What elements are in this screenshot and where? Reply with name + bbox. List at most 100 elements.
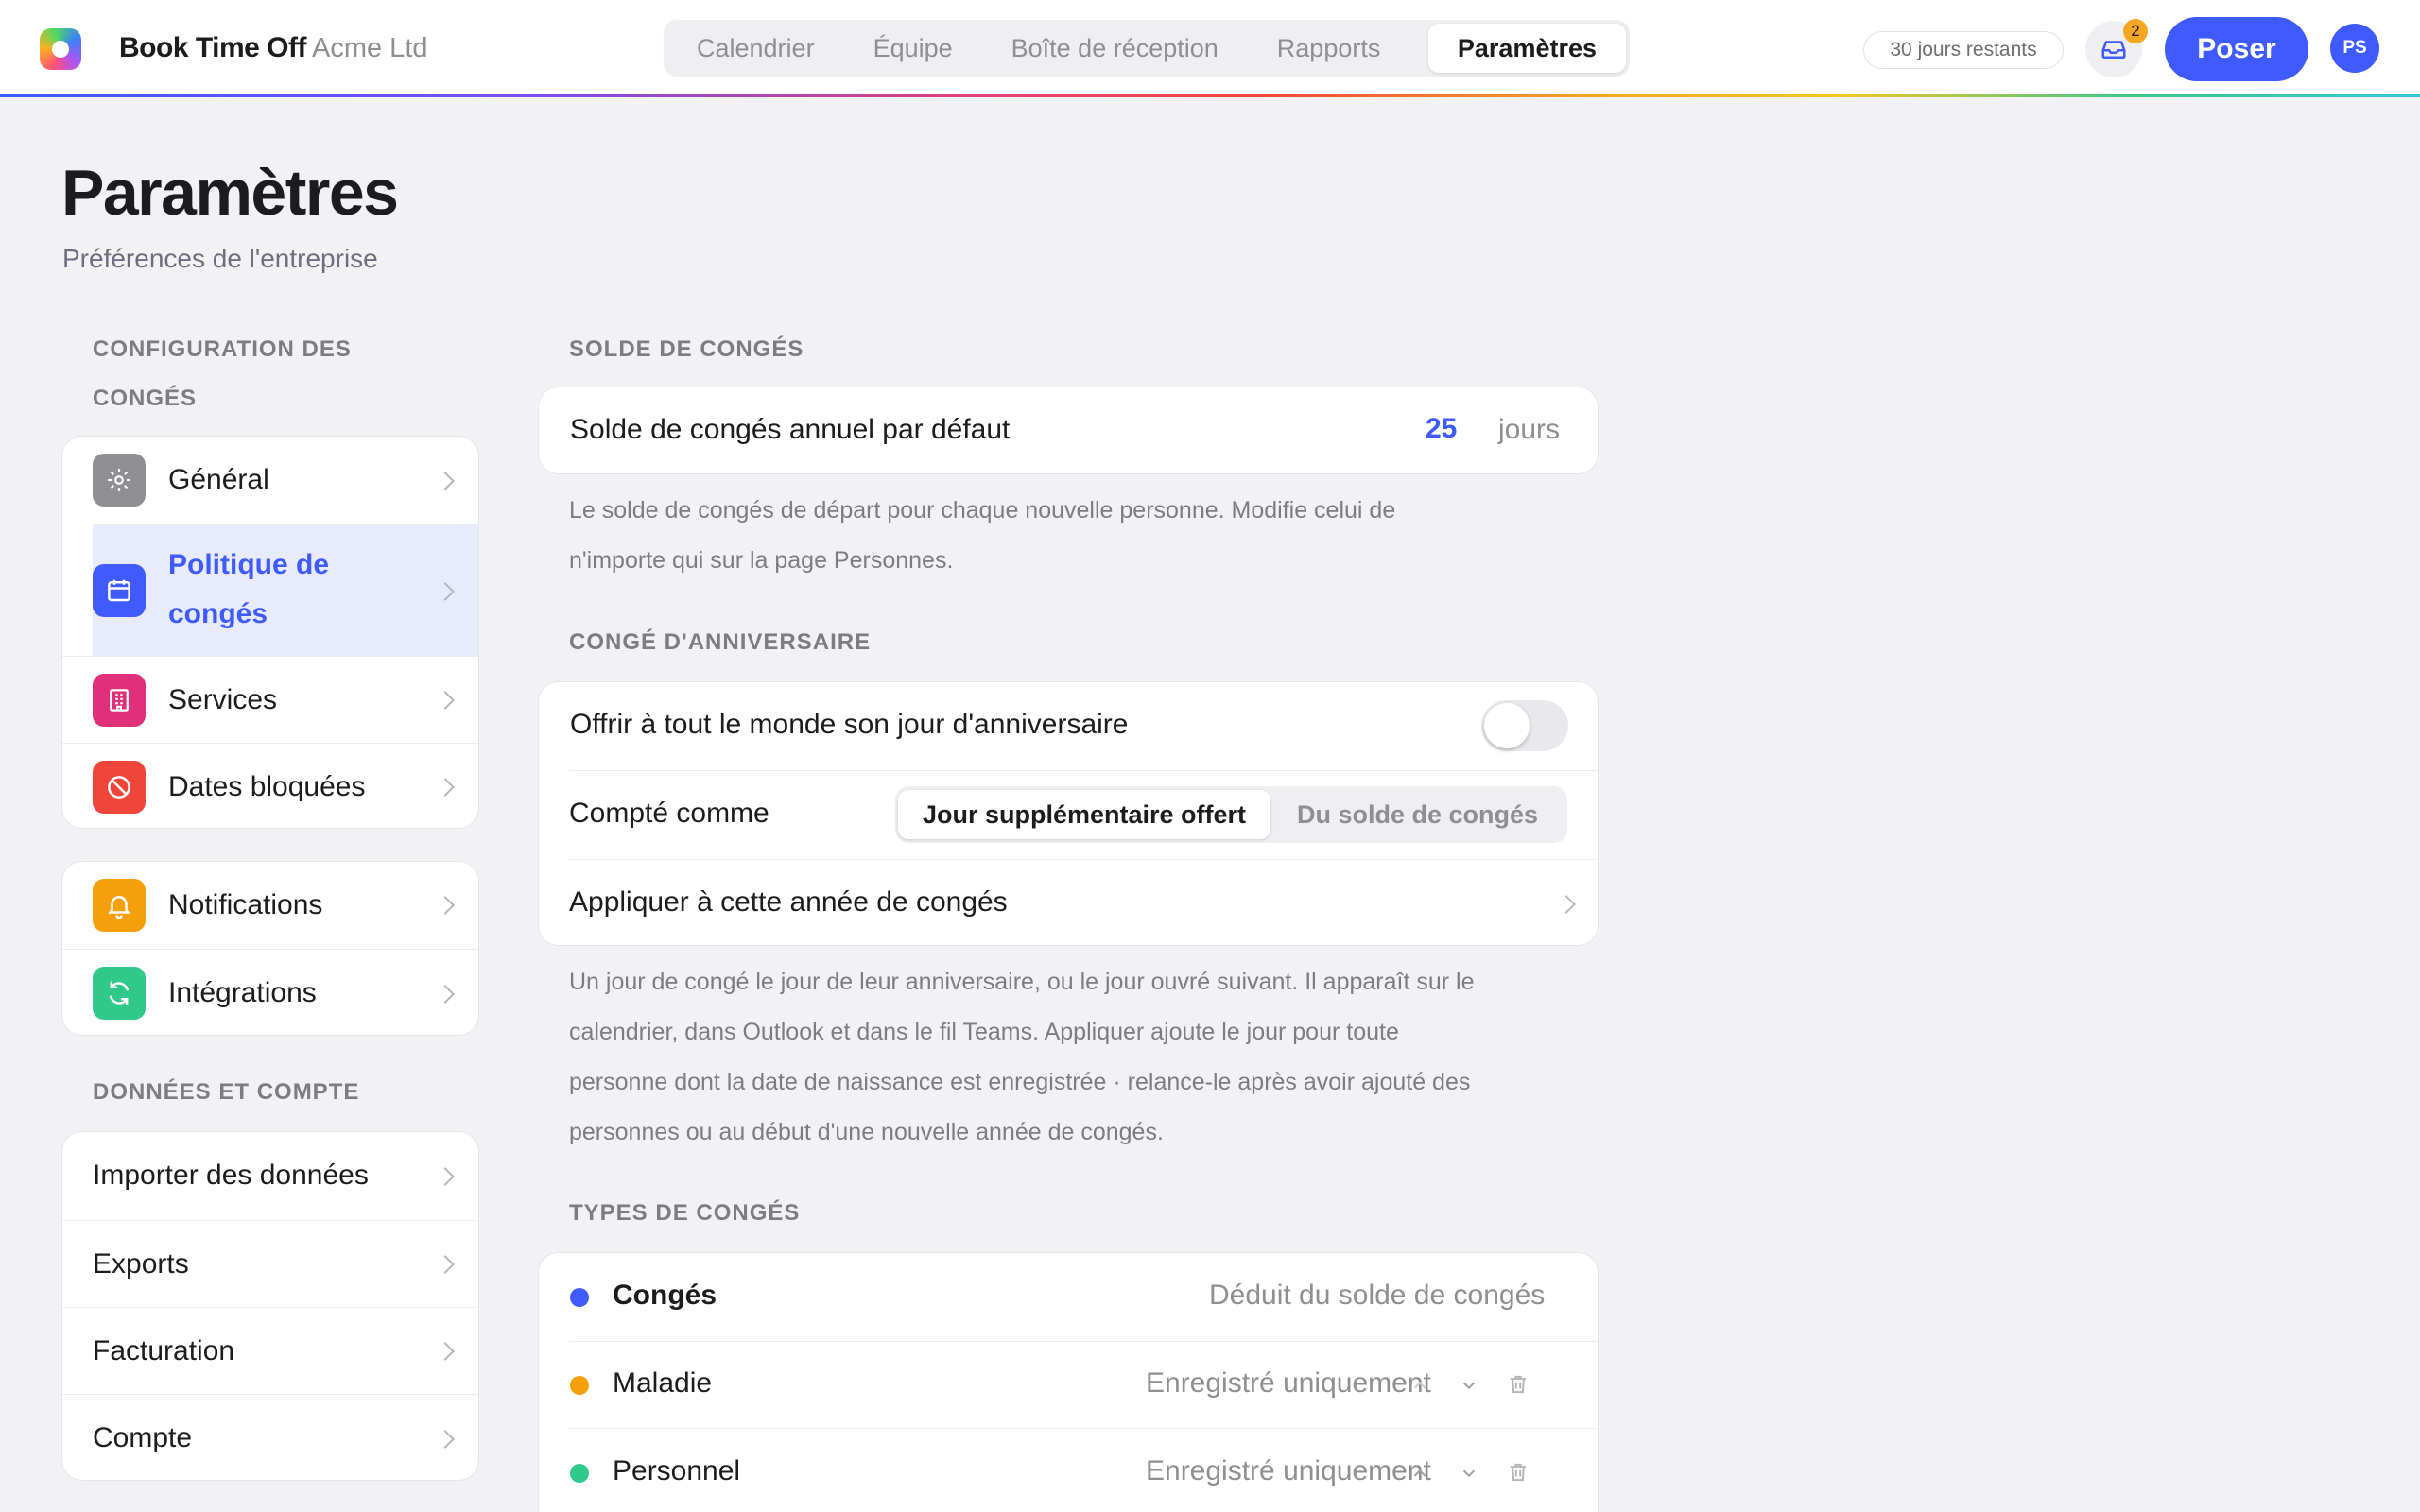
top-bar: Book Time Off Acme Ltd Calendrier Équipe… (0, 0, 2420, 94)
leave-type-name: Congés (613, 1280, 717, 1311)
sidebar-group-config: Général Politique de congés Services Dat… (61, 436, 479, 829)
days-remaining-badge: 30 jours restants (1863, 31, 2064, 69)
leave-type-rule: Enregistré uniquement (1146, 1455, 1431, 1486)
sidebar-item-label: Politique de congés (168, 549, 330, 629)
chevron-right-icon (1557, 895, 1576, 914)
gear-icon (93, 454, 146, 507)
sidebar-item-facturation[interactable]: Facturation (62, 1307, 478, 1394)
types-section-label: TYPES DE CONGÉS (569, 1200, 801, 1226)
balance-value-input[interactable]: 25 (1426, 413, 1457, 445)
tab-equipe[interactable]: Équipe (844, 24, 982, 73)
move-down-button[interactable] (1457, 1373, 1481, 1398)
chevron-down-icon (1462, 1382, 1476, 1390)
chevron-right-icon (436, 582, 455, 601)
sidebar-item-label: Dates bloquées (168, 771, 366, 802)
tab-rapports[interactable]: Rapports (1248, 24, 1410, 73)
balance-card: Solde de congés annuel par défaut 25 jou… (538, 387, 1599, 474)
chevron-right-icon (436, 778, 455, 797)
delete-button[interactable] (1506, 1460, 1530, 1485)
trash-icon (1510, 1375, 1527, 1394)
sidebar-item-politique-de-conges[interactable]: Politique de congés (93, 524, 478, 656)
sidebar-section-data-label: DONNÉES ET COMPTE (93, 1079, 360, 1105)
balance-section-label: SOLDE DE CONGÉS (569, 336, 804, 362)
move-up-button[interactable] (1408, 1461, 1432, 1486)
tab-parametres[interactable]: Paramètres (1427, 24, 1626, 73)
chevron-up-icon (1413, 1381, 1426, 1389)
tab-boite-de-reception[interactable]: Boîte de réception (982, 24, 1248, 73)
sidebar-item-label: Intégrations (168, 977, 317, 1008)
balance-row-label: Solde de congés annuel par défaut (570, 414, 1011, 445)
apply-to-year-row[interactable]: Appliquer à cette année de congés (569, 859, 1598, 945)
counted-option-balance[interactable]: Du solde de congés (1270, 790, 1564, 839)
bell-icon (93, 879, 146, 932)
building-icon (93, 674, 146, 727)
type-color-dot (570, 1288, 589, 1307)
counted-as-row: Compté comme Jour supplémentaire offert … (569, 770, 1598, 859)
chevron-down-icon (1462, 1469, 1476, 1478)
birthday-section-label: CONGÉ D'ANNIVERSAIRE (569, 629, 872, 655)
chevron-right-icon (436, 472, 455, 490)
leave-type-row[interactable]: Maladie Enregistré uniquement (569, 1341, 1598, 1428)
sidebar-item-label: Services (168, 684, 278, 715)
counted-as-segmented-control: Jour supplémentaire offert Du solde de c… (895, 786, 1567, 843)
sidebar-item-label: Importer des données (93, 1160, 369, 1191)
counted-option-extra-day[interactable]: Jour supplémentaire offert (898, 790, 1270, 839)
inbox-icon (2101, 41, 2126, 59)
calendar-icon (93, 564, 146, 617)
sidebar-item-exports[interactable]: Exports (62, 1220, 478, 1307)
brand-name: Book Time Off (119, 32, 306, 63)
page-title: Paramètres (61, 157, 399, 229)
sidebar-item-label: Notifications (168, 889, 323, 920)
page-subtitle: Préférences de l'entreprise (62, 244, 378, 273)
leave-type-name: Maladie (613, 1367, 713, 1399)
sidebar-item-dates-bloquees[interactable]: Dates bloquées (62, 743, 478, 828)
chevron-right-icon (436, 985, 455, 1004)
sidebar-item-integrations[interactable]: Intégrations (62, 949, 478, 1035)
sidebar-item-label: Compte (93, 1422, 193, 1453)
sidebar-item-general[interactable]: Général (62, 437, 478, 524)
type-color-dot (570, 1464, 589, 1483)
leave-types-card: Congés Déduit du solde de congés Maladie… (538, 1252, 1599, 1512)
balance-unit: jours (1498, 414, 1561, 445)
leave-type-row[interactable]: Congés Déduit du solde de congés (539, 1253, 1598, 1341)
chevron-right-icon (436, 896, 455, 915)
sidebar-item-label: Général (168, 464, 269, 495)
refresh-icon (93, 967, 146, 1020)
tab-calendrier[interactable]: Calendrier (667, 24, 844, 73)
birthday-help-text: Un jour de congé le jour de leur anniver… (569, 969, 1475, 1145)
birthday-card: Offrir à tout le monde son jour d'annive… (538, 681, 1599, 946)
chevron-right-icon (436, 1430, 455, 1449)
leave-type-name: Personnel (613, 1455, 741, 1486)
chevron-right-icon (436, 1342, 455, 1361)
app-logo[interactable] (40, 28, 81, 70)
birthday-offer-label: Offrir à tout le monde son jour d'annive… (570, 709, 1129, 740)
move-up-button[interactable] (1408, 1373, 1432, 1398)
birthday-offer-toggle[interactable] (1481, 700, 1568, 751)
balance-help-text: Le solde de congés de départ pour chaque… (569, 497, 1396, 574)
leave-type-rule: Enregistré uniquement (1146, 1367, 1431, 1399)
leave-type-rule: Déduit du solde de congés (1209, 1280, 1546, 1311)
poser-button[interactable]: Poser (2165, 17, 2308, 81)
delete-button[interactable] (1506, 1372, 1530, 1397)
chevron-right-icon (436, 1167, 455, 1186)
sidebar-group-data: Importer des données Exports Facturation… (61, 1131, 479, 1481)
counted-as-label: Compté comme (569, 798, 769, 829)
sidebar-item-label: Exports (93, 1248, 189, 1280)
chevron-up-icon (1413, 1469, 1426, 1477)
sidebar-item-services[interactable]: Services (62, 656, 478, 743)
birthday-offer-row: Offrir à tout le monde son jour d'annive… (539, 682, 1598, 770)
leave-type-row[interactable]: Personnel Enregistré uniquement (569, 1428, 1598, 1512)
block-icon (93, 761, 146, 814)
sidebar-item-notifications[interactable]: Notifications (62, 862, 478, 949)
sidebar-item-importer[interactable]: Importer des données (62, 1132, 478, 1220)
apply-to-year-label: Appliquer à cette année de congés (569, 886, 1008, 918)
sidebar-section-config-label: CONFIGURATION DES CONGÉS (93, 336, 352, 411)
user-avatar[interactable]: PS (2330, 24, 2379, 73)
move-down-button[interactable] (1457, 1461, 1481, 1486)
company-name: Acme Ltd (312, 33, 428, 63)
sidebar-item-label: Facturation (93, 1335, 235, 1366)
type-color-dot (570, 1376, 589, 1395)
main-nav: Calendrier Équipe Boîte de réception Rap… (664, 20, 1630, 77)
inbox-count-badge: 2 (2123, 19, 2148, 43)
sidebar-item-compte[interactable]: Compte (62, 1394, 478, 1480)
